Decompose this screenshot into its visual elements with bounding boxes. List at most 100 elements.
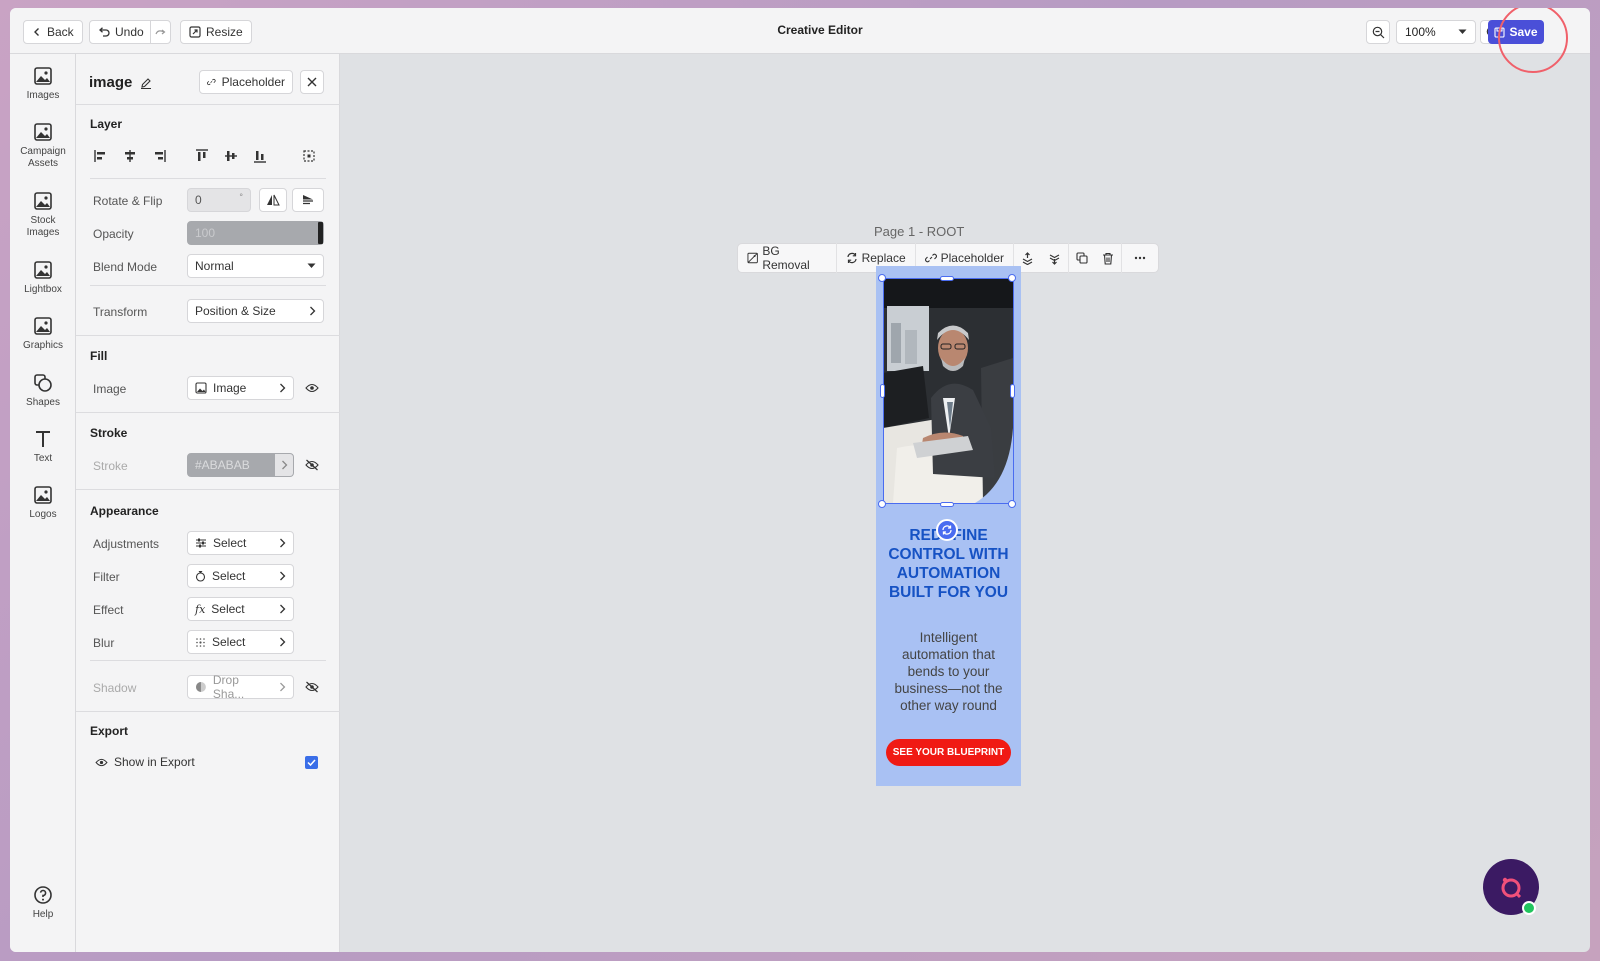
- align-middle-v-icon[interactable]: [222, 147, 240, 165]
- show-in-export-row: Show in Export: [95, 755, 195, 769]
- close-icon: [307, 77, 317, 87]
- resize-handle-right[interactable]: [1010, 384, 1015, 398]
- left-rail: Images Campaign Assets Stock Images Ligh…: [10, 54, 76, 952]
- rotate-handle[interactable]: [936, 519, 958, 541]
- blur-icon: [196, 637, 205, 647]
- shadow-select[interactable]: Drop Sha...: [187, 673, 294, 701]
- resize-handle-top-left[interactable]: [878, 274, 886, 282]
- rail-item-images[interactable]: Images: [10, 66, 76, 102]
- section-title-stroke: Stroke: [90, 426, 128, 440]
- rail-item-lightbox[interactable]: Lightbox: [10, 260, 76, 296]
- replace-icon: [846, 252, 857, 264]
- close-panel-button[interactable]: [300, 70, 324, 94]
- divider: [90, 660, 326, 661]
- rail-label: Logos: [29, 509, 57, 520]
- transform-value: Position & Size: [195, 304, 276, 318]
- flip-vertical-button[interactable]: [292, 188, 324, 212]
- rail-label: Campaign Assets: [20, 146, 66, 169]
- page-label: Page 1 - ROOT: [874, 224, 965, 239]
- divider: [76, 412, 340, 413]
- align-bottom-icon[interactable]: [251, 147, 269, 165]
- stroke-label: Stroke: [93, 459, 128, 473]
- link-icon: [207, 78, 216, 86]
- rotate-label: Rotate & Flip: [93, 194, 163, 208]
- align-top-icon[interactable]: [193, 147, 211, 165]
- rail-item-help[interactable]: Help: [10, 885, 76, 921]
- align-left-icon[interactable]: [92, 147, 110, 165]
- send-backward-button[interactable]: [1041, 243, 1069, 273]
- divider: [76, 335, 340, 336]
- image-icon: [34, 192, 52, 210]
- more-button[interactable]: [1122, 243, 1158, 273]
- blend-mode-label: Blend Mode: [93, 260, 158, 274]
- zoom-out-button[interactable]: [1366, 20, 1390, 44]
- resize-handle-bottom-right[interactable]: [1008, 500, 1016, 508]
- opacity-slider-thumb[interactable]: [318, 222, 323, 244]
- rail-item-logos[interactable]: Logos: [10, 485, 76, 521]
- stroke-chevron[interactable]: [275, 454, 293, 476]
- divider: [76, 104, 340, 105]
- adjustments-select[interactable]: Select: [187, 531, 294, 555]
- ad-cta-button[interactable]: SEE YOUR BLUEPRINT: [886, 739, 1011, 766]
- resize-handle-top-right[interactable]: [1008, 274, 1016, 282]
- editor-window: Back Undo Resize Creative Editor 100% Sa…: [10, 8, 1590, 952]
- rotate-input[interactable]: 0 °: [187, 188, 251, 212]
- rail-item-graphics[interactable]: Graphics: [10, 316, 76, 352]
- transform-label: Transform: [93, 305, 148, 319]
- flip-horizontal-button[interactable]: [259, 188, 287, 212]
- chevron-right-icon: [280, 682, 286, 692]
- transform-button[interactable]: Position & Size: [187, 299, 324, 323]
- rail-label: Stock Images: [26, 215, 60, 238]
- fill-image-button[interactable]: Image: [187, 376, 294, 400]
- align-right-icon[interactable]: [150, 147, 168, 165]
- resize-handle-bottom[interactable]: [940, 502, 954, 507]
- trash-icon: [1103, 252, 1113, 265]
- rail-label: Graphics: [22, 340, 63, 351]
- eye-off-icon[interactable]: [303, 678, 321, 696]
- save-highlight-ring: [1498, 8, 1568, 73]
- effect-select[interactable]: fx Select: [187, 597, 294, 621]
- rail-label: Lightbox: [24, 284, 62, 295]
- bg-removal-button[interactable]: BG Removal: [738, 243, 837, 273]
- caret-down-icon: [307, 263, 316, 268]
- edit-pencil-icon[interactable]: [140, 77, 152, 89]
- ad-subcopy[interactable]: Intelligent automation that bends to you…: [886, 629, 1011, 714]
- element-header: image: [89, 74, 152, 91]
- eye-off-icon[interactable]: [303, 456, 321, 474]
- stroke-color-field[interactable]: #ABABAB: [187, 453, 294, 477]
- shapes-icon: [34, 374, 52, 392]
- duplicate-icon: [1076, 252, 1088, 264]
- zoom-select[interactable]: 100%: [1396, 20, 1476, 44]
- opacity-label: Opacity: [93, 227, 134, 241]
- divider: [76, 711, 340, 712]
- placeholder-button[interactable]: Placeholder: [199, 70, 293, 94]
- resize-handle-top[interactable]: [940, 276, 954, 281]
- opacity-value: 100: [195, 226, 216, 240]
- rail-item-campaign-assets[interactable]: Campaign Assets: [10, 122, 76, 170]
- blend-mode-select[interactable]: Normal: [187, 254, 324, 278]
- blur-select[interactable]: Select: [187, 630, 294, 654]
- fill-image-value: Image: [213, 381, 247, 395]
- replace-label: Replace: [861, 251, 906, 265]
- resize-handle-left[interactable]: [880, 384, 885, 398]
- opacity-slider[interactable]: 100: [187, 221, 324, 245]
- rail-item-text[interactable]: Text: [10, 429, 76, 465]
- delete-button[interactable]: [1095, 243, 1122, 273]
- align-center-h-icon[interactable]: [121, 147, 139, 165]
- image-icon: [195, 382, 207, 394]
- rail-item-stock-images[interactable]: Stock Images: [10, 191, 76, 239]
- duplicate-button[interactable]: [1069, 243, 1095, 273]
- eye-icon[interactable]: [303, 379, 321, 397]
- chevron-right-icon: [280, 571, 286, 581]
- divider: [90, 178, 326, 179]
- link-icon: [924, 253, 937, 263]
- rail-item-shapes[interactable]: Shapes: [10, 373, 76, 409]
- show-in-export-checkbox[interactable]: [305, 756, 318, 769]
- section-title-export: Export: [90, 724, 129, 738]
- filter-select[interactable]: Select: [187, 564, 294, 588]
- bring-forward-icon: [1022, 251, 1033, 265]
- distribute-icon[interactable]: [300, 147, 318, 165]
- bg-removal-icon: [747, 252, 758, 264]
- filter-icon: [195, 571, 206, 582]
- resize-handle-bottom-left[interactable]: [878, 500, 886, 508]
